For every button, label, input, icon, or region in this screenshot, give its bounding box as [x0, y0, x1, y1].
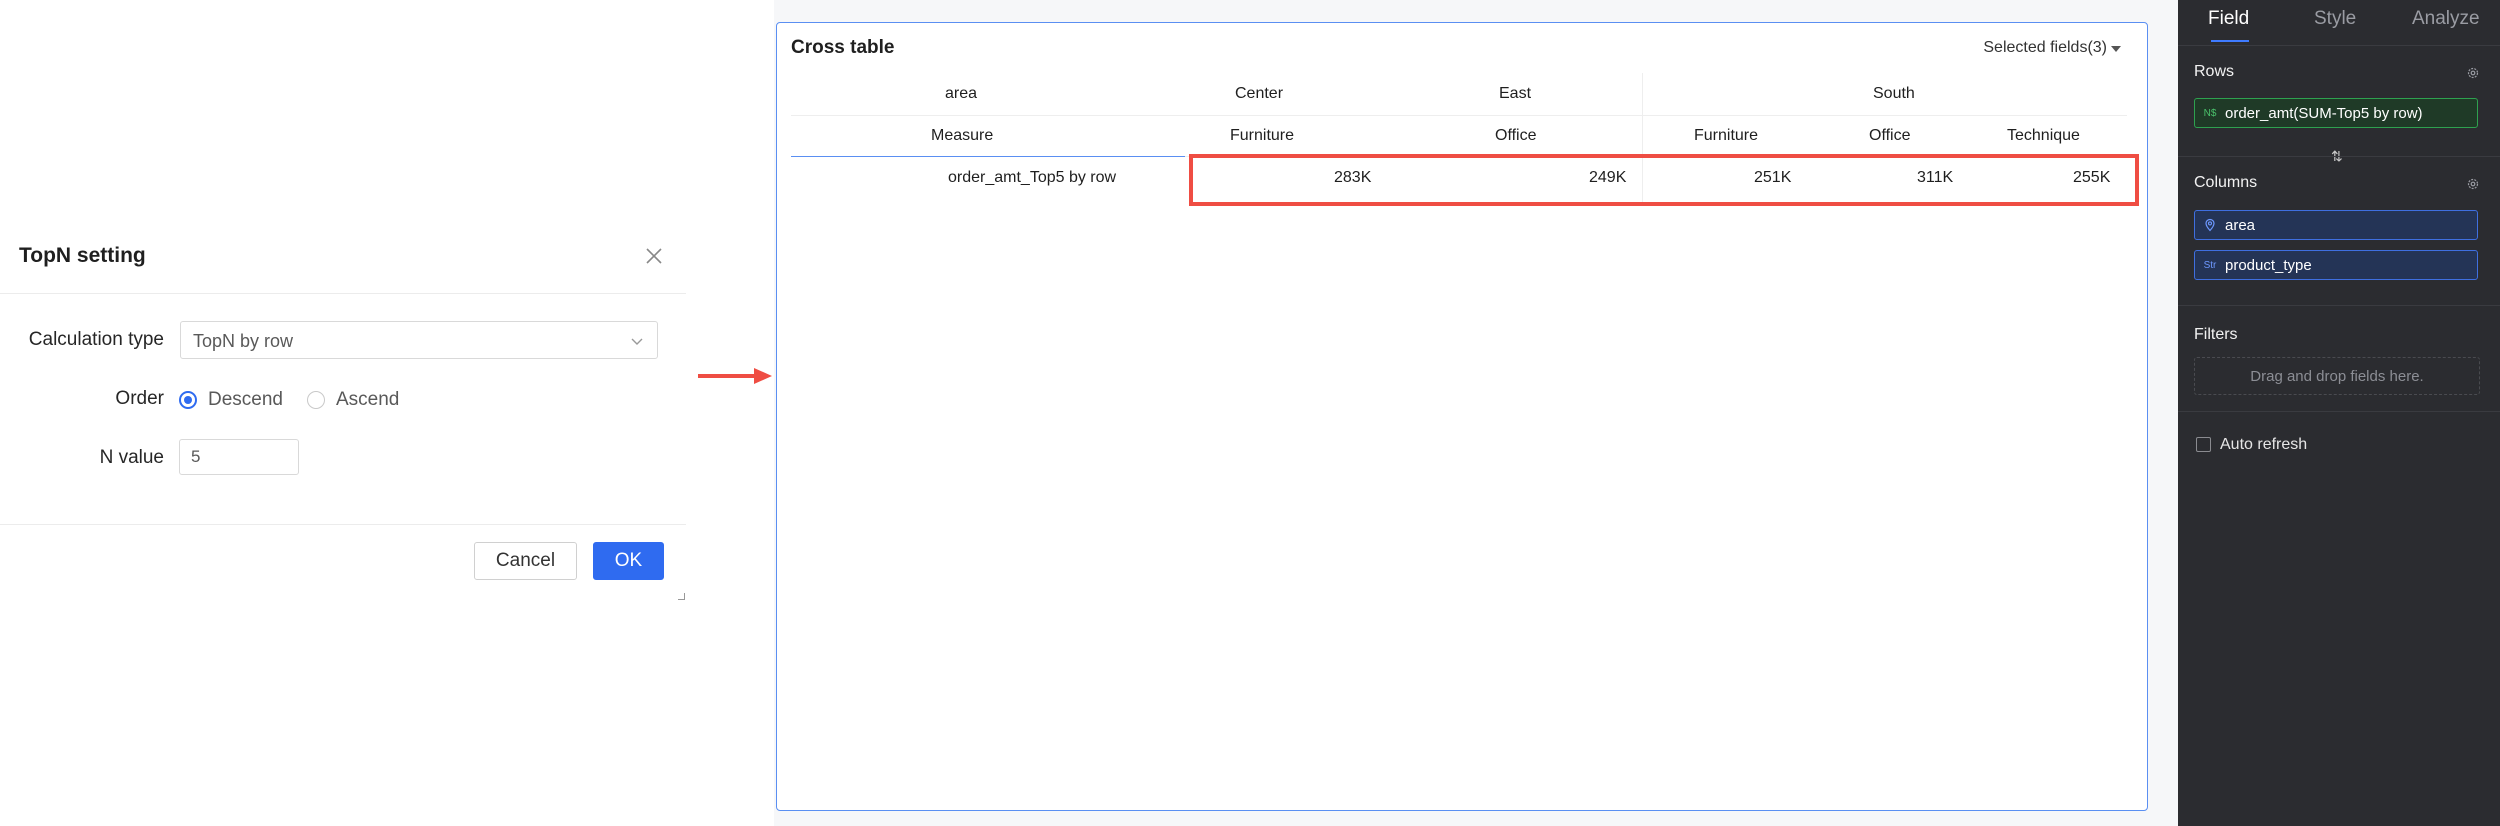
rows-label: Rows — [2194, 63, 2235, 80]
radio-unchecked-icon — [307, 391, 325, 409]
calc-type-select[interactable]: TopN by row — [180, 321, 658, 359]
columns-field-name: area — [2225, 216, 2256, 234]
col-group-center: Center — [1235, 85, 1284, 102]
rows-field-name: order_amt(SUM-Top5 by row) — [2225, 104, 2423, 122]
gear-icon[interactable] — [2466, 177, 2480, 191]
arrow-right-icon — [698, 368, 772, 384]
tab-style[interactable]: Style — [2314, 8, 2356, 30]
tabs-divider — [2178, 45, 2500, 46]
string-type-icon: Str — [2203, 259, 2217, 271]
columns-label: Columns — [2194, 174, 2258, 191]
n-value-label: N value — [99, 447, 164, 468]
section-divider — [2178, 411, 2500, 412]
order-label: Order — [115, 388, 164, 409]
selected-fields-dropdown[interactable]: Selected fields(3) — [1983, 39, 2107, 57]
filters-dropzone[interactable]: Drag and drop fields here. — [2194, 357, 2480, 395]
columns-field-name: product_type — [2225, 256, 2312, 274]
dialog-footer-divider — [0, 524, 686, 525]
col-header-furniture: Furniture — [1694, 127, 1759, 144]
order-descend-radio[interactable]: Descend — [179, 388, 283, 412]
highlight-box — [1189, 154, 2139, 206]
active-tab-indicator — [2211, 40, 2249, 42]
section-divider — [2178, 156, 2500, 157]
row-header-measure: order_amt_Top5 by row — [948, 169, 1117, 186]
calc-type-label: Calculation type — [28, 329, 164, 350]
col-header-technique: Technique — [2007, 127, 2080, 144]
row-header-divider — [791, 156, 1185, 157]
radio-checked-icon — [179, 391, 197, 409]
measure-type-icon: N$ — [2203, 107, 2217, 119]
geo-icon — [2205, 218, 2215, 232]
col-header-area: area — [945, 85, 978, 102]
widget-title: Cross table — [791, 37, 895, 58]
col-header-measure: Measure — [931, 127, 994, 144]
config-panel: Field Style Analyze Rows N$ order_amt(SU… — [2178, 0, 2500, 826]
columns-field-pill-area[interactable]: area — [2194, 210, 2478, 240]
topn-setting-dialog: TopN setting Calculation type TopN by ro… — [0, 0, 686, 826]
dialog-title: TopN setting — [19, 244, 146, 267]
calc-type-value: TopN by row — [193, 331, 294, 351]
order-ascend-label: Ascend — [336, 389, 400, 410]
ok-button[interactable]: OK — [593, 542, 664, 580]
rows-field-pill[interactable]: N$ order_amt(SUM-Top5 by row) — [2194, 98, 2478, 128]
col-group-south: South — [1873, 85, 1915, 102]
col-header-office: Office — [1869, 127, 1911, 144]
tab-analyze[interactable]: Analyze — [2412, 8, 2480, 30]
cancel-button[interactable]: Cancel — [474, 542, 577, 580]
order-descend-label: Descend — [208, 389, 283, 410]
close-icon[interactable] — [642, 244, 666, 268]
section-divider — [2178, 305, 2500, 306]
cross-table-widget[interactable]: Cross table Selected fields(3) area Cent… — [776, 22, 2148, 811]
n-value-input[interactable] — [179, 439, 299, 475]
auto-refresh-label: Auto refresh — [2220, 436, 2308, 453]
col-header-furniture: Furniture — [1230, 127, 1295, 144]
order-ascend-radio[interactable]: Ascend — [307, 388, 399, 412]
col-group-east: East — [1499, 85, 1532, 102]
chevron-down-icon — [631, 338, 643, 345]
header-divider — [791, 115, 2127, 116]
columns-field-pill-product-type[interactable]: Str product_type — [2194, 250, 2478, 280]
auto-refresh-checkbox[interactable] — [2196, 437, 2211, 452]
caret-down-icon — [2111, 46, 2121, 52]
dialog-header-divider — [0, 293, 686, 294]
resize-handle[interactable] — [678, 593, 685, 600]
tab-field[interactable]: Field — [2208, 8, 2249, 30]
filters-label: Filters — [2194, 326, 2238, 343]
col-header-office: Office — [1495, 127, 1537, 144]
gear-icon[interactable] — [2466, 66, 2480, 80]
